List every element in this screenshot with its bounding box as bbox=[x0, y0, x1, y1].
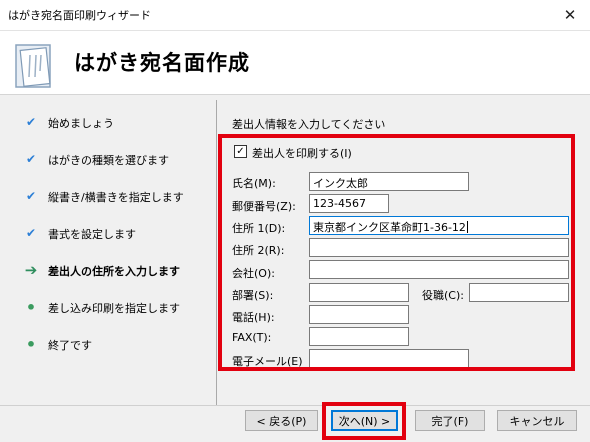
checkmark-icon: ✔ bbox=[25, 189, 37, 203]
finish-button[interactable]: 完了(F) bbox=[415, 410, 485, 431]
step-label: 縦書き/横書きを指定します bbox=[48, 191, 184, 204]
checkmark-icon: ✔ bbox=[25, 152, 37, 166]
bullet-icon: • bbox=[25, 334, 37, 354]
checkmark-icon: ✔ bbox=[25, 115, 37, 129]
step-sender-address: ➔ 差出人の住所を入力します bbox=[0, 261, 212, 281]
window-title: はがき宛名面印刷ウィザード bbox=[8, 9, 151, 22]
step-label: 差出人の住所を入力します bbox=[48, 265, 180, 278]
form-heading: 差出人情報を入力してください bbox=[232, 118, 386, 131]
step-orientation: ✔ 縦書き/横書きを指定します bbox=[0, 187, 212, 207]
step-label: 書式を設定します bbox=[48, 228, 136, 241]
sender-form-highlight bbox=[218, 134, 575, 371]
step-card-type: ✔ はがきの種類を選びます bbox=[0, 150, 212, 170]
step-label: 始めましょう bbox=[48, 117, 114, 130]
step-label: 終了です bbox=[48, 339, 92, 352]
wizard-steps: ✔ 始めましょう ✔ はがきの種類を選びます ✔ 縦書き/横書きを指定します ✔… bbox=[0, 100, 214, 400]
step-mail-merge: • 差し込み印刷を指定します bbox=[0, 298, 212, 318]
postcard-wizard-icon bbox=[10, 41, 62, 91]
checkmark-icon: ✔ bbox=[25, 226, 37, 240]
bullet-icon: • bbox=[25, 297, 37, 317]
step-finish: • 終了です bbox=[0, 335, 212, 355]
footer-divider bbox=[0, 405, 590, 406]
next-button-highlight bbox=[322, 402, 406, 440]
step-label: 差し込み印刷を指定します bbox=[48, 302, 180, 315]
cancel-button[interactable]: キャンセル bbox=[497, 410, 577, 431]
close-icon[interactable]: ✕ bbox=[558, 4, 582, 26]
step-label: はがきの種類を選びます bbox=[48, 154, 169, 167]
pane-divider bbox=[216, 100, 217, 406]
step-format: ✔ 書式を設定します bbox=[0, 224, 212, 244]
arrow-right-icon: ➔ bbox=[24, 261, 38, 279]
wizard-title: はがき宛名面作成 bbox=[74, 51, 250, 75]
back-button[interactable]: < 戻る(P) bbox=[245, 410, 318, 431]
step-start: ✔ 始めましょう bbox=[0, 113, 212, 133]
